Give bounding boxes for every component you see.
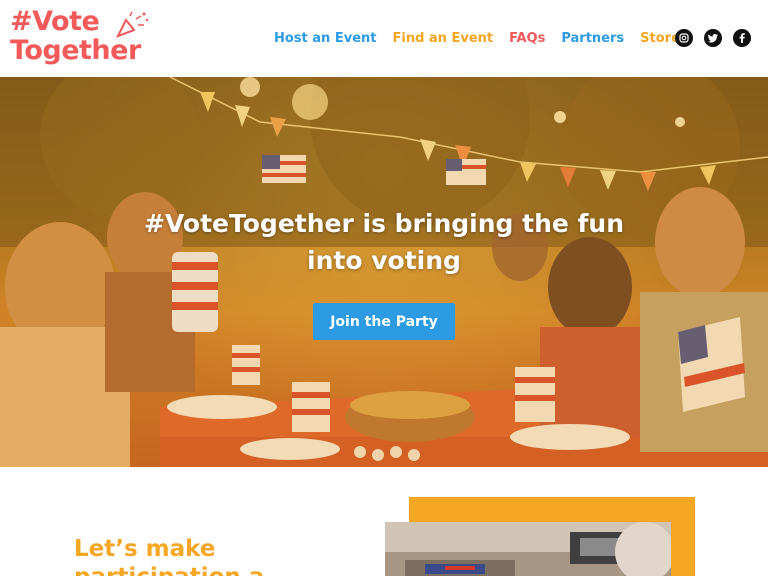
nav-store[interactable]: Store	[640, 31, 680, 46]
voters-photo	[385, 522, 671, 576]
instagram-icon[interactable]	[675, 29, 693, 47]
social-links	[675, 29, 762, 47]
hero-headline: #VoteTogether is bringing the fun into v…	[144, 209, 624, 275]
nav-partners[interactable]: Partners	[561, 31, 624, 46]
facebook-icon[interactable]	[733, 29, 751, 47]
intro-headline: Let’s make participation a	[74, 536, 264, 576]
vote-together-logo[interactable]: #Vote Together	[10, 8, 150, 68]
nav-host-an-event[interactable]: Host an Event	[274, 31, 376, 46]
twitter-icon[interactable]	[704, 29, 722, 47]
nav-faqs[interactable]: FAQs	[509, 31, 545, 46]
logo-text-line2: Together	[10, 35, 141, 66]
hero-banner: #VoteTogether is bringing the fun into v…	[0, 77, 768, 467]
party-popper-icon	[115, 11, 149, 38]
voters-photo-art	[385, 522, 671, 576]
site-header: #Vote Together Host an Event Find an Eve…	[0, 0, 768, 77]
main-nav: Host an Event Find an Event FAQs Partner…	[274, 29, 696, 47]
join-the-party-button[interactable]: Join the Party	[313, 303, 455, 340]
intro-section: Let’s make participation a	[0, 467, 768, 576]
nav-find-an-event[interactable]: Find an Event	[392, 31, 493, 46]
